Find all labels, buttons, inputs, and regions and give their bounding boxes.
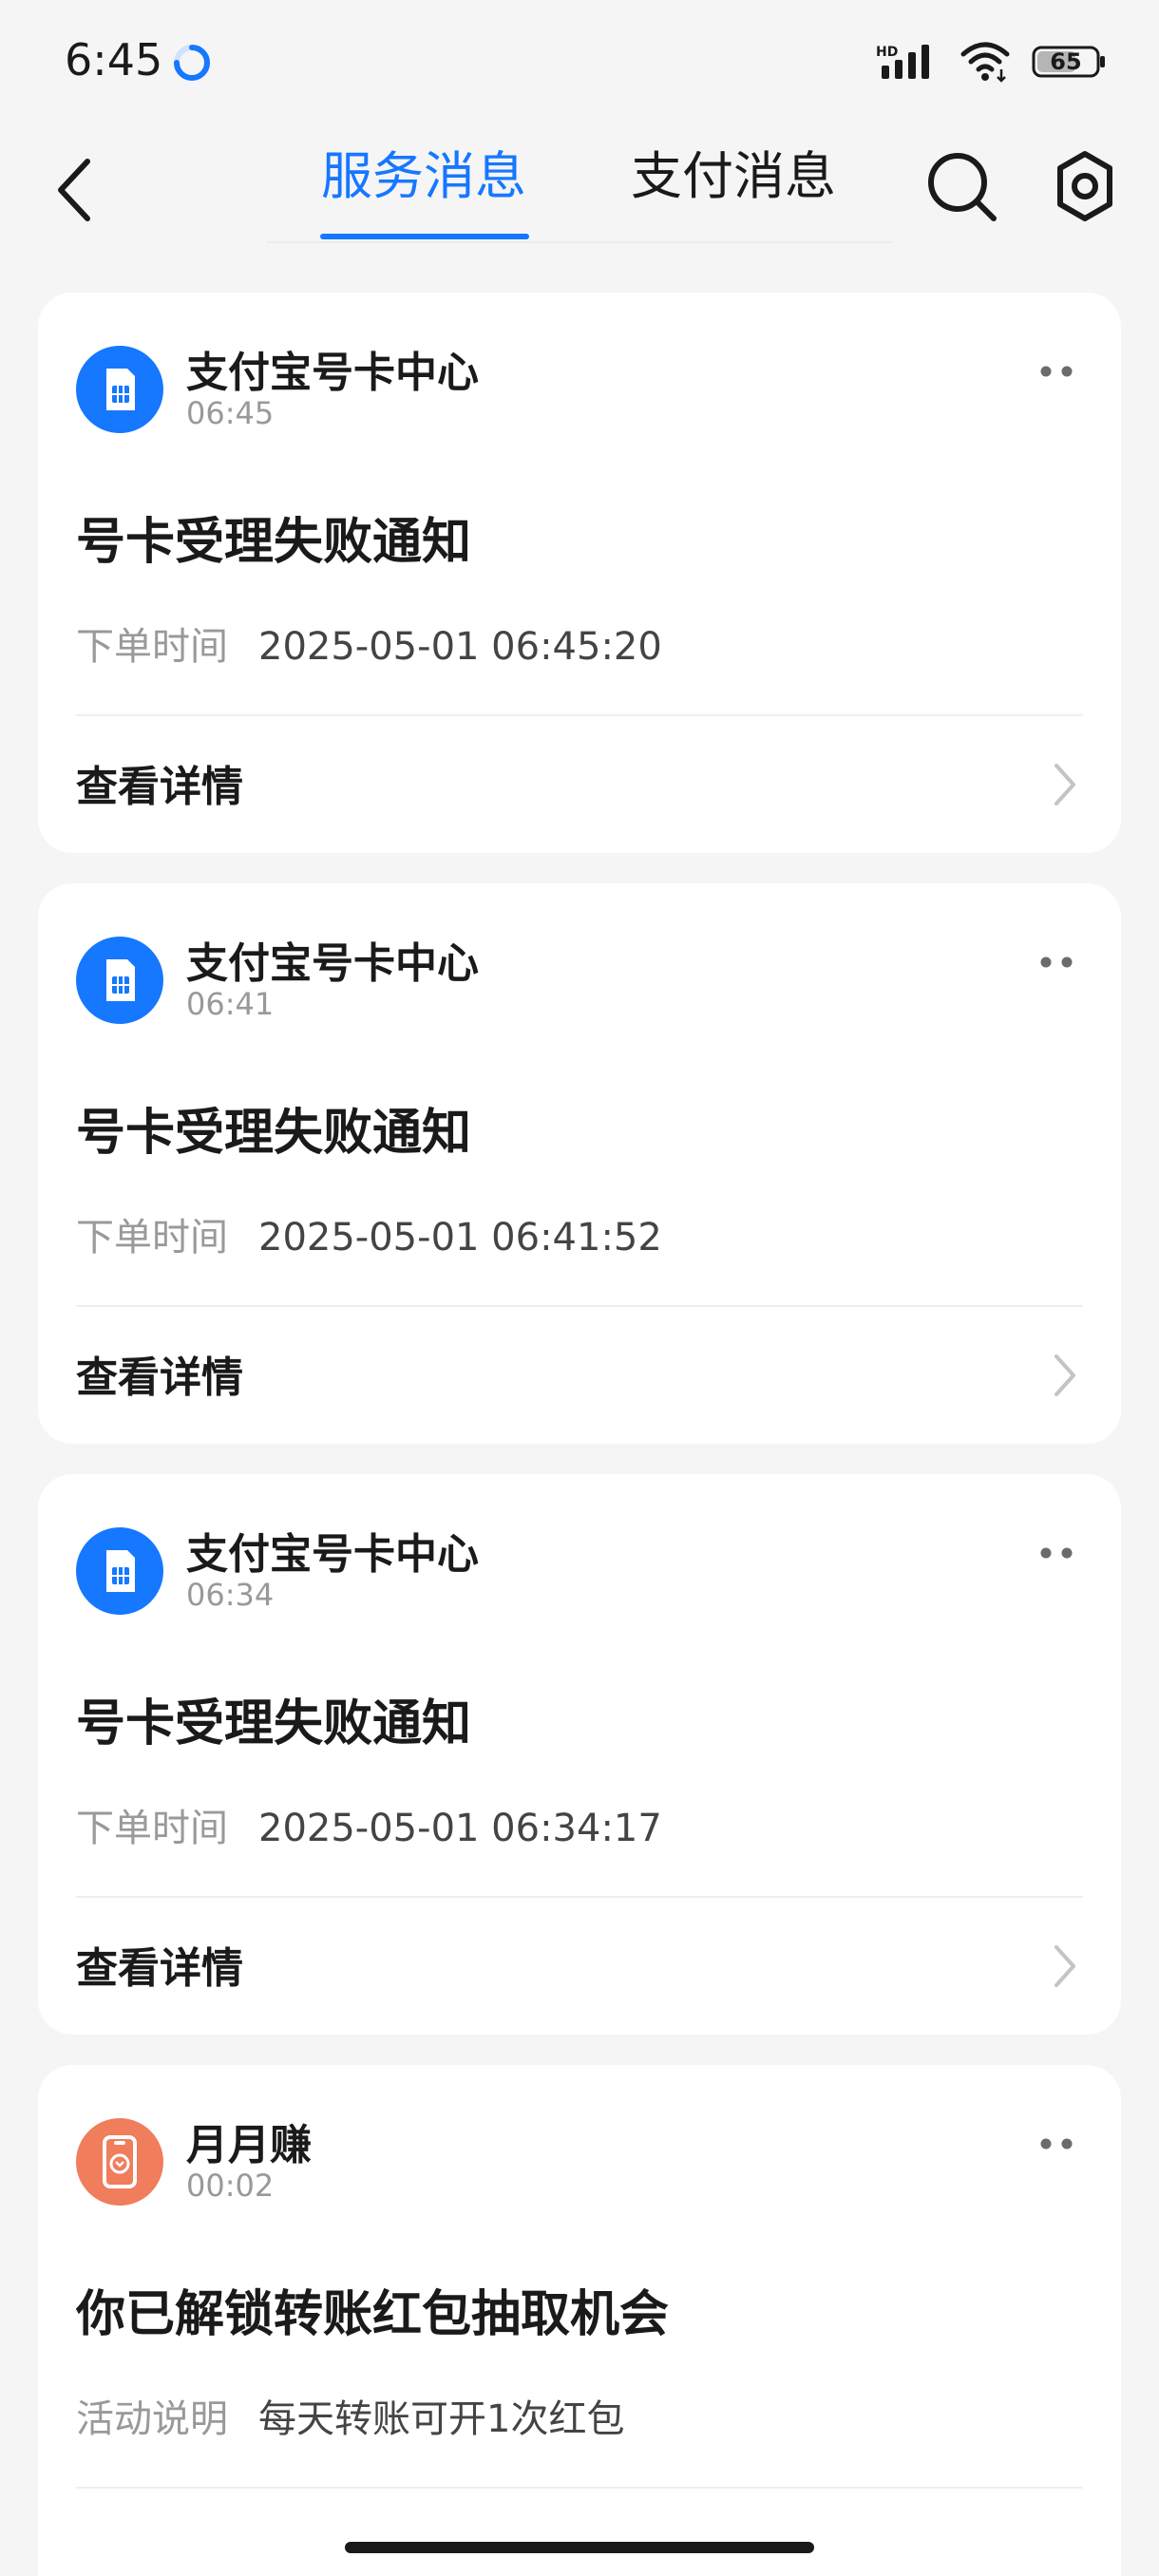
meta-value: 2025-05-01 06:34:17 (258, 1807, 662, 1850)
sender-avatar (76, 937, 163, 1024)
message-time: 00:02 (186, 2168, 275, 2204)
sender-name: 支付宝号卡中心 (186, 939, 479, 988)
search-icon[interactable] (923, 148, 999, 224)
gear-icon[interactable] (1049, 148, 1121, 224)
loading-spinner-icon (174, 45, 210, 81)
sender-avatar (76, 1527, 163, 1615)
battery-level: 65 (1050, 48, 1082, 75)
sender-name: 支付宝号卡中心 (186, 349, 479, 397)
status-bar: 6:45 HD 65 (0, 0, 1159, 123)
view-details-label: 查看详情 (76, 763, 243, 811)
tab-divider (266, 241, 893, 243)
message-time: 06:45 (186, 395, 275, 431)
more-icon[interactable] (1039, 1546, 1074, 1560)
message-meta: 下单时间 2025-05-01 06:41:52 (76, 1206, 662, 1261)
message-title: 你已解锁转账红包抽取机会 (76, 2286, 670, 2343)
tab-service-messages[interactable]: 服务消息 (321, 141, 526, 213)
meta-label: 下单时间 (76, 1807, 228, 1850)
home-indicator[interactable] (345, 2542, 814, 2553)
view-details-row[interactable]: 查看详情 (38, 1307, 1121, 1444)
message-card[interactable]: 支付宝号卡中心 06:41 号卡受理失败通知 下单时间 2025-05-01 06… (38, 883, 1121, 1444)
sender-name: 支付宝号卡中心 (186, 1530, 479, 1579)
meta-label: 下单时间 (76, 625, 228, 669)
message-card[interactable]: 支付宝号卡中心 06:45 号卡受理失败通知 下单时间 2025-05-01 06… (38, 293, 1121, 853)
message-card[interactable]: 支付宝号卡中心 06:34 号卡受理失败通知 下单时间 2025-05-01 06… (38, 1474, 1121, 2035)
page: 6:45 HD 65 服务消息 支付消息 支付宝号卡中心 06:45 号卡受理失… (0, 0, 1159, 2576)
phone-coin-icon (103, 2135, 137, 2188)
message-card[interactable]: 月月赚 00:02 你已解锁转账红包抽取机会 活动说明 每天转账可开1次红包 (38, 2065, 1121, 2576)
meta-value: 2025-05-01 06:41:52 (258, 1216, 662, 1260)
sim-card-icon (106, 369, 135, 410)
more-icon[interactable] (1039, 956, 1074, 969)
sim-card-icon (106, 1550, 135, 1592)
message-meta: 下单时间 2025-05-01 06:34:17 (76, 1797, 662, 1852)
active-tab-indicator (320, 234, 529, 239)
meta-label: 活动说明 (76, 2397, 228, 2441)
view-details-label: 查看详情 (76, 1354, 243, 1402)
message-meta: 活动说明 每天转账可开1次红包 (76, 2388, 624, 2443)
chevron-right-icon (1054, 1945, 1075, 1987)
message-title: 号卡受理失败通知 (76, 1695, 472, 1752)
wifi-icon (960, 42, 1010, 83)
message-time: 06:41 (186, 986, 275, 1022)
chevron-right-icon (1054, 764, 1075, 805)
status-icons: HD 65 (876, 38, 1108, 85)
sender-avatar (76, 2118, 163, 2206)
card-divider (76, 2487, 1083, 2489)
view-details-label: 查看详情 (76, 1944, 243, 1993)
message-title: 号卡受理失败通知 (76, 1105, 472, 1162)
view-details-row[interactable]: 查看详情 (38, 716, 1121, 853)
view-details-row[interactable]: 查看详情 (38, 1898, 1121, 2035)
message-title: 号卡受理失败通知 (76, 514, 472, 571)
chevron-right-icon (1054, 1354, 1075, 1396)
tab-payment-messages[interactable]: 支付消息 (631, 141, 836, 213)
message-meta: 下单时间 2025-05-01 06:45:20 (76, 616, 662, 671)
sender-avatar (76, 346, 163, 433)
header: 服务消息 支付消息 (0, 123, 1159, 256)
more-icon[interactable] (1039, 365, 1074, 378)
network-label: HD (876, 45, 898, 60)
battery-icon: 65 (1032, 44, 1108, 80)
status-time: 6:45 (65, 34, 163, 85)
meta-label: 下单时间 (76, 1216, 228, 1260)
message-time: 06:34 (186, 1577, 275, 1613)
more-icon[interactable] (1039, 2137, 1074, 2150)
meta-value: 每天转账可开1次红包 (258, 2397, 625, 2441)
hd-signal-icon: HD (876, 45, 929, 79)
back-icon[interactable] (51, 154, 97, 226)
meta-value: 2025-05-01 06:45:20 (258, 625, 662, 669)
sim-card-icon (106, 959, 135, 1001)
sender-name: 月月赚 (186, 2121, 312, 2169)
